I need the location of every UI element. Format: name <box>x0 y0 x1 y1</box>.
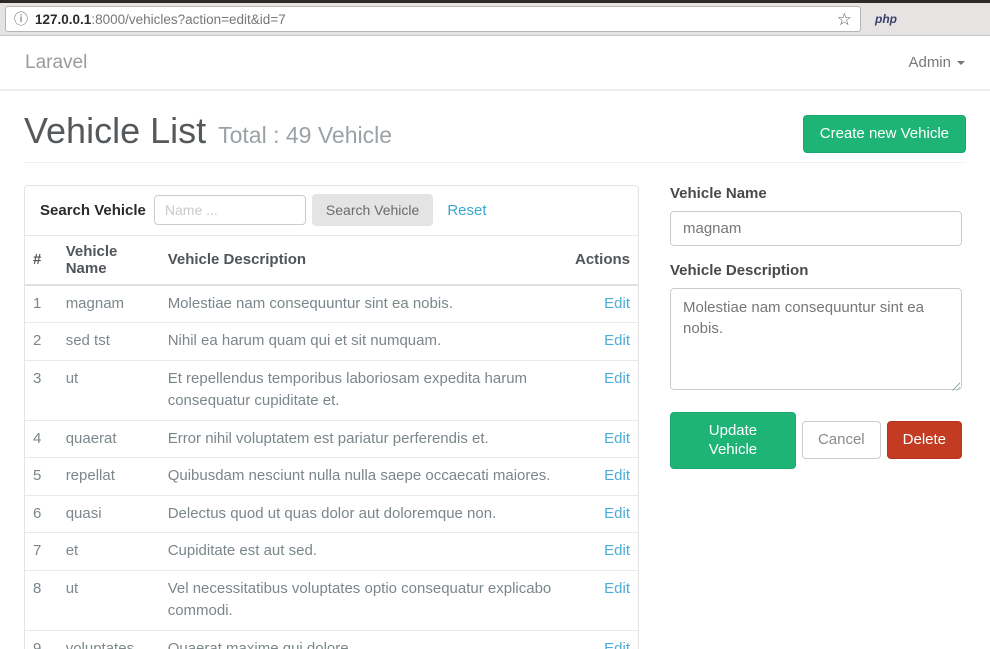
address-bar[interactable]: ⓘ 127.0.0.1:8000/vehicles?action=edit&id… <box>5 6 861 32</box>
row-vehicle-name: et <box>58 533 160 571</box>
row-id: 3 <box>25 360 58 420</box>
row-vehicle-description: Et repellendus temporibus laboriosam exp… <box>160 360 567 420</box>
row-id: 9 <box>25 630 58 649</box>
row-id: 5 <box>25 458 58 496</box>
edit-link[interactable]: Edit <box>604 640 630 649</box>
url-path: :8000/vehicles?action=edit&id=7 <box>91 12 285 27</box>
admin-dropdown-label: Admin <box>908 54 951 71</box>
table-header-row: # Vehicle Name Vehicle Description Actio… <box>25 236 638 285</box>
url-text[interactable]: 127.0.0.1:8000/vehicles?action=edit&id=7 <box>35 12 837 27</box>
vehicle-description-label: Vehicle Description <box>670 262 962 279</box>
table-row: 2 sed tst Nihil ea harum quam qui et sit… <box>25 323 638 361</box>
vehicle-list-panel: Search Vehicle Search Vehicle Reset # Ve… <box>24 185 639 649</box>
row-id: 2 <box>25 323 58 361</box>
vehicle-table: # Vehicle Name Vehicle Description Actio… <box>25 236 638 649</box>
reset-link[interactable]: Reset <box>447 202 486 219</box>
table-row: 7 et Cupiditate est aut sed. Edit <box>25 533 638 571</box>
row-id: 8 <box>25 570 58 630</box>
row-vehicle-description: Quaerat maxime qui dolore. <box>160 630 567 649</box>
table-row: 6 quasi Delectus quod ut quas dolor aut … <box>25 495 638 533</box>
column-header-id: # <box>25 236 58 285</box>
row-vehicle-description: Vel necessitatibus voluptates optio cons… <box>160 570 567 630</box>
table-row: 9 voluptates Quaerat maxime qui dolore. … <box>25 630 638 649</box>
row-vehicle-description: Nihil ea harum quam qui et sit numquam. <box>160 323 567 361</box>
column-header-name: Vehicle Name <box>58 236 160 285</box>
page-title: Vehicle List <box>24 112 206 150</box>
url-host: 127.0.0.1 <box>35 12 91 27</box>
search-button[interactable]: Search Vehicle <box>312 194 433 226</box>
bookmark-star-icon[interactable]: ☆ <box>837 11 852 28</box>
vehicle-edit-form: Vehicle Name Vehicle Description Molesti… <box>670 185 962 469</box>
row-id: 1 <box>25 285 58 323</box>
chevron-down-icon <box>957 61 965 65</box>
row-vehicle-description: Delectus quod ut quas dolor aut doloremq… <box>160 495 567 533</box>
column-header-actions: Actions <box>567 236 638 285</box>
table-row: 5 repellat Quibusdam nesciunt nulla null… <box>25 458 638 496</box>
row-vehicle-name: repellat <box>58 458 160 496</box>
edit-link[interactable]: Edit <box>604 430 630 447</box>
edit-link[interactable]: Edit <box>604 332 630 349</box>
search-label: Search Vehicle <box>40 202 146 219</box>
vehicle-table-body: 1 magnam Molestiae nam consequuntur sint… <box>25 285 638 649</box>
row-vehicle-description: Molestiae nam consequuntur sint ea nobis… <box>160 285 567 323</box>
edit-link[interactable]: Edit <box>604 542 630 559</box>
textarea-resize-handle: Molestiae nam consequuntur sint ea nobis… <box>670 288 962 395</box>
row-id: 4 <box>25 420 58 458</box>
row-vehicle-name: ut <box>58 570 160 630</box>
edit-link[interactable]: Edit <box>604 505 630 522</box>
row-vehicle-description: Cupiditate est aut sed. <box>160 533 567 571</box>
search-form: Search Vehicle Search Vehicle Reset <box>25 186 638 236</box>
row-id: 6 <box>25 495 58 533</box>
row-vehicle-name: ut <box>58 360 160 420</box>
column-header-description: Vehicle Description <box>160 236 567 285</box>
row-vehicle-name: quasi <box>58 495 160 533</box>
table-row: 3 ut Et repellendus temporibus laboriosa… <box>25 360 638 420</box>
php-extension-icon[interactable]: php <box>875 12 897 26</box>
row-vehicle-description: Error nihil voluptatem est pariatur perf… <box>160 420 567 458</box>
row-vehicle-description: Quibusdam nesciunt nulla nulla saepe occ… <box>160 458 567 496</box>
edit-link[interactable]: Edit <box>604 580 630 597</box>
vehicle-name-input[interactable] <box>670 211 962 246</box>
delete-button[interactable]: Delete <box>887 421 962 459</box>
browser-toolbar: ⓘ 127.0.0.1:8000/vehicles?action=edit&id… <box>0 3 990 36</box>
row-vehicle-name: quaerat <box>58 420 160 458</box>
edit-link[interactable]: Edit <box>604 295 630 312</box>
edit-link[interactable]: Edit <box>604 467 630 484</box>
table-row: 8 ut Vel necessitatibus voluptates optio… <box>25 570 638 630</box>
update-vehicle-button[interactable]: Update Vehicle <box>670 412 796 469</box>
row-vehicle-name: voluptates <box>58 630 160 649</box>
app-navbar: Laravel Admin <box>0 36 990 91</box>
edit-link[interactable]: Edit <box>604 370 630 387</box>
admin-dropdown[interactable]: Admin <box>908 54 965 71</box>
form-buttons: Update Vehicle Cancel Delete <box>670 412 962 469</box>
row-vehicle-name: sed tst <box>58 323 160 361</box>
row-id: 7 <box>25 533 58 571</box>
row-vehicle-name: magnam <box>58 285 160 323</box>
page-info-icon[interactable]: ⓘ <box>14 9 28 29</box>
table-row: 1 magnam Molestiae nam consequuntur sint… <box>25 285 638 323</box>
search-input[interactable] <box>154 195 306 225</box>
total-count-label: Total : 49 Vehicle <box>218 122 392 149</box>
create-vehicle-button[interactable]: Create new Vehicle <box>803 115 966 153</box>
page-header: Vehicle List Total : 49 Vehicle Create n… <box>24 112 966 163</box>
brand-link[interactable]: Laravel <box>25 52 87 74</box>
cancel-button[interactable]: Cancel <box>802 421 881 459</box>
vehicle-name-label: Vehicle Name <box>670 185 962 202</box>
table-row: 4 quaerat Error nihil voluptatem est par… <box>25 420 638 458</box>
vehicle-description-input[interactable]: Molestiae nam consequuntur sint ea nobis… <box>670 288 962 390</box>
